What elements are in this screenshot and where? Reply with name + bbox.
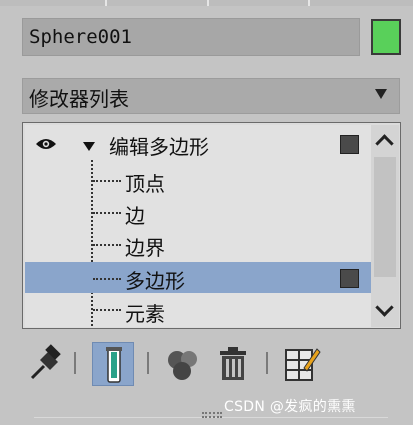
scroll-thumb[interactable] — [374, 157, 396, 277]
modifier-toggle-icon[interactable] — [340, 135, 359, 154]
subobject-polygon[interactable]: 多边形 — [25, 262, 371, 293]
toolbar-separator — [74, 352, 76, 374]
subobject-vertex[interactable]: 顶点 — [25, 165, 371, 196]
subobject-toggle-icon[interactable] — [340, 269, 359, 288]
scroll-down-button[interactable] — [371, 297, 399, 327]
subobject-label: 顶点 — [125, 172, 165, 196]
top-tab-strip — [0, 0, 413, 6]
toolbar-separator — [266, 352, 268, 374]
remove-modifier-icon — [220, 347, 246, 380]
modifier-stack-list: 编辑多边形 顶点 边 边界 多边形 元素 — [25, 125, 371, 327]
modifier-label: 编辑多边形 — [109, 135, 209, 159]
tab-divider — [105, 0, 107, 6]
panel-resize-grip[interactable] — [202, 412, 222, 418]
configure-modifier-sets-icon — [285, 348, 321, 381]
make-unique-icon — [168, 351, 197, 380]
expand-triangle-icon[interactable] — [83, 142, 95, 151]
subobject-label: 多边形 — [125, 269, 185, 293]
show-end-result-icon — [106, 347, 122, 383]
stack-item-edit-poly[interactable]: 编辑多边形 — [25, 128, 371, 159]
subobject-element[interactable]: 元素 — [25, 295, 371, 326]
modifier-list-dropdown[interactable]: 修改器列表 — [22, 78, 400, 114]
modifier-list-label: 修改器列表 — [29, 87, 129, 111]
subobject-edge[interactable]: 边 — [25, 197, 371, 228]
object-name-field[interactable]: Sphere001 — [22, 18, 360, 56]
chevron-down-icon — [375, 298, 394, 317]
watermark-text: CSDN @发疯的熏熏 — [224, 399, 356, 415]
subobject-label: 元素 — [125, 302, 165, 326]
pin-stack-icon — [30, 344, 61, 380]
toolbar-separator — [147, 352, 149, 374]
eye-icon[interactable] — [35, 137, 57, 151]
chevron-up-icon — [375, 134, 394, 153]
pin-stack-button[interactable] — [24, 342, 66, 386]
stack-scrollbar[interactable] — [371, 125, 399, 327]
tab-divider — [308, 0, 310, 6]
subobject-label: 边界 — [125, 236, 165, 260]
stack-toolbar — [22, 338, 402, 390]
make-unique-button[interactable] — [162, 342, 204, 386]
configure-modifier-sets-button[interactable] — [280, 342, 322, 386]
object-name-row: Sphere001 — [22, 18, 402, 58]
show-end-result-button[interactable] — [92, 342, 134, 386]
subobject-border[interactable]: 边界 — [25, 229, 371, 260]
subobject-label: 边 — [125, 204, 145, 228]
dropdown-arrow-icon — [375, 89, 387, 99]
tree-branch — [93, 278, 121, 280]
tab-divider — [207, 0, 209, 6]
scroll-up-button[interactable] — [371, 125, 399, 155]
remove-modifier-button[interactable] — [212, 342, 254, 386]
modifier-stack: 编辑多边形 顶点 边 边界 多边形 元素 — [22, 122, 401, 329]
object-color-swatch[interactable] — [371, 19, 401, 55]
